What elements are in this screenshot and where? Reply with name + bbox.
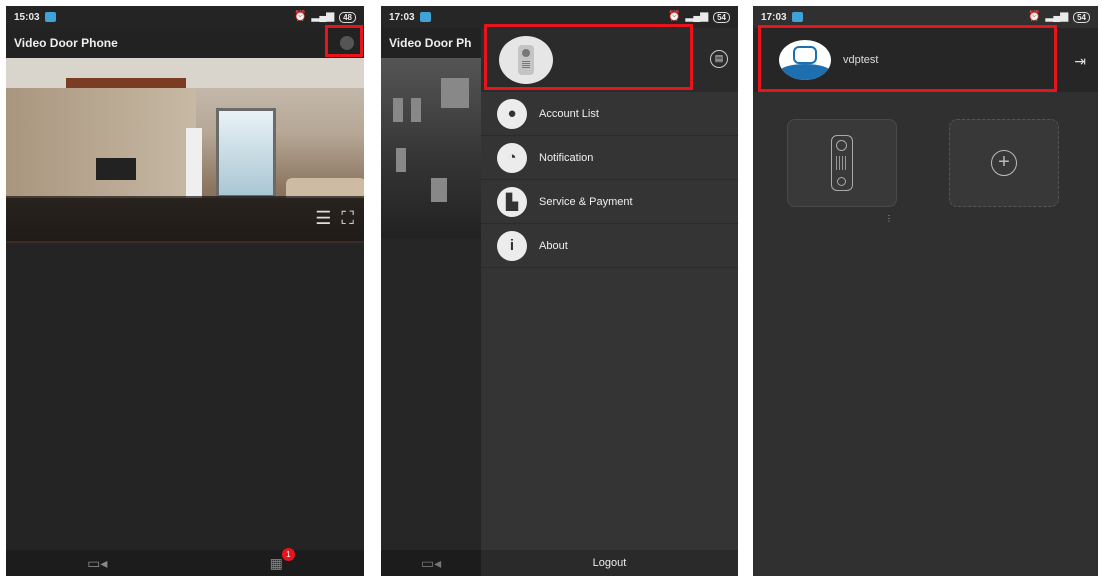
battery-indicator: 48 — [339, 11, 356, 23]
camera-icon[interactable]: ▭◂ — [87, 555, 107, 572]
status-bar: 15:03 ⏰ ▂▄▆ 48 — [6, 6, 364, 28]
app-title: Video Door Ph — [389, 36, 472, 50]
alarm-icon: ⏰ — [294, 11, 307, 22]
app-notification-icon — [419, 12, 431, 22]
app-notification-icon — [44, 12, 56, 22]
app-notification-icon — [791, 12, 803, 22]
exit-icon[interactable]: ⇥ — [1074, 53, 1086, 70]
alarm-icon: ⏰ — [668, 11, 681, 22]
scene-ac-unit — [186, 128, 202, 198]
menu-item-label: Account List — [539, 107, 599, 120]
camera-icon[interactable]: ▭◂ — [381, 550, 481, 576]
highlight-box-settings — [325, 25, 363, 57]
bell-icon: ◔ — [497, 142, 527, 173]
app-title: Video Door Phone — [14, 36, 118, 50]
battery-indicator: 54 — [1073, 11, 1090, 23]
navigation-drawer: ▤ ● Account List ◔ Notification ▙ Servic… — [481, 28, 738, 576]
scene-tv — [96, 158, 136, 180]
scene-beam — [66, 78, 186, 88]
battery-indicator: 54 — [713, 11, 730, 23]
device-card[interactable] — [787, 119, 897, 207]
highlight-box-drawer-header — [484, 24, 693, 90]
notification-badge: 1 — [281, 547, 295, 561]
menu-item-label: Service & Payment — [539, 195, 633, 208]
background-live-view — [381, 58, 481, 238]
scene-shape — [441, 78, 469, 108]
signal-icon: ▂▄▆ — [311, 11, 335, 22]
signal-icon: ▂▄▆ — [1045, 11, 1069, 22]
fullscreen-icon[interactable]: ⛶ — [341, 208, 354, 229]
bottom-navigation: ▭◂ ▦ 1 — [6, 547, 364, 576]
menu-item-account-list[interactable]: ● Account List — [481, 92, 738, 136]
alarm-icon: ⏰ — [1028, 11, 1041, 22]
plus-icon: + — [991, 150, 1017, 176]
app-bar: Video Door Ph — [381, 28, 481, 58]
doorbell-icon — [831, 135, 853, 191]
scene-shape — [393, 98, 403, 122]
scene-shape — [411, 98, 421, 122]
scene-shape — [396, 148, 406, 172]
video-controls-bar: ☰ ⛶ — [6, 196, 364, 241]
phone-screen-devices: 17:03 ⏰ ▂▄▆ 54 vdptest ⇥ ⋮ + — [753, 6, 1098, 576]
menu-item-notification[interactable]: ◔ Notification — [481, 136, 738, 180]
scene-window — [216, 108, 276, 198]
app-bar: Video Door Phone — [6, 28, 364, 58]
menu-item-label: About — [539, 239, 568, 252]
calendar-icon[interactable]: ▦ 1 — [270, 547, 295, 572]
switch-account-icon[interactable]: ▤ — [710, 50, 728, 68]
status-time: 17:03 — [389, 11, 415, 23]
menu-item-service-payment[interactable]: ▙ Service & Payment — [481, 180, 738, 224]
logout-button[interactable]: Logout — [481, 550, 738, 576]
add-device-button[interactable]: + — [949, 119, 1059, 207]
cart-icon: ▙ — [497, 186, 527, 217]
device-options-icon[interactable]: ⋮ — [885, 214, 893, 223]
menu-item-about[interactable]: i About — [481, 224, 738, 268]
scene-shape — [431, 178, 447, 202]
status-time: 15:03 — [14, 11, 40, 23]
person-icon: ● — [497, 98, 527, 129]
menu-item-label: Notification — [539, 151, 594, 164]
sliders-icon[interactable]: ☰ — [315, 208, 331, 229]
highlight-box-account — [758, 25, 1057, 92]
scene-wall — [6, 88, 196, 198]
signal-icon: ▂▄▆ — [685, 11, 709, 22]
status-time: 17:03 — [761, 11, 787, 23]
info-icon: i — [497, 230, 527, 261]
phone-screen-live-view: 15:03 ⏰ ▂▄▆ 48 Video Door Phone ☰ ⛶ ▭◂ ▦… — [6, 6, 364, 576]
phone-screen-drawer: 17:03 ⏰ ▂▄▆ 54 Video Door Ph ▭◂ ▤ ● Acco… — [381, 6, 738, 576]
